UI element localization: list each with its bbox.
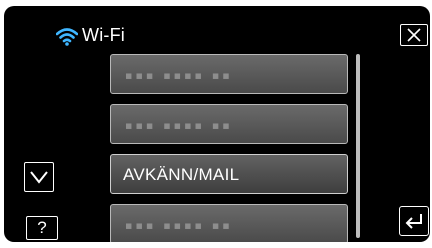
wifi-icon [56,28,78,46]
list-item[interactable]: ▪▪▪ ▪▪▪▪ ▪▪ [110,104,348,144]
back-button[interactable] [399,206,429,236]
list-item[interactable]: ▪▪▪ ▪▪▪▪ ▪▪ [110,54,348,94]
list-item-placeholder: ▪▪▪ ▪▪▪▪ ▪▪ [125,69,233,82]
list-item-placeholder: ▪▪▪ ▪▪▪▪ ▪▪ [125,219,233,232]
list-item-avkann-mail[interactable]: AVKÄNN/MAIL [110,154,348,194]
device-screen: Wi-Fi ▪▪▪ ▪▪▪▪ ▪▪ ▪▪▪ ▪▪▪▪ ▪▪ AVKÄNN/MAI… [4,6,430,242]
page-title: Wi-Fi [82,25,125,45]
close-icon [407,28,421,42]
list-item-label: AVKÄNN/MAIL [123,165,240,184]
list-item-placeholder: ▪▪▪ ▪▪▪▪ ▪▪ [125,119,233,132]
back-arrow-icon [405,214,422,229]
scroll-down-button[interactable] [24,162,54,192]
chevron-down-icon [30,171,48,184]
close-button[interactable] [400,24,428,46]
list-item[interactable]: ▪▪▪ ▪▪▪▪ ▪▪ [110,204,348,242]
help-button[interactable]: ? [26,216,58,240]
scrollbar[interactable] [356,54,360,238]
